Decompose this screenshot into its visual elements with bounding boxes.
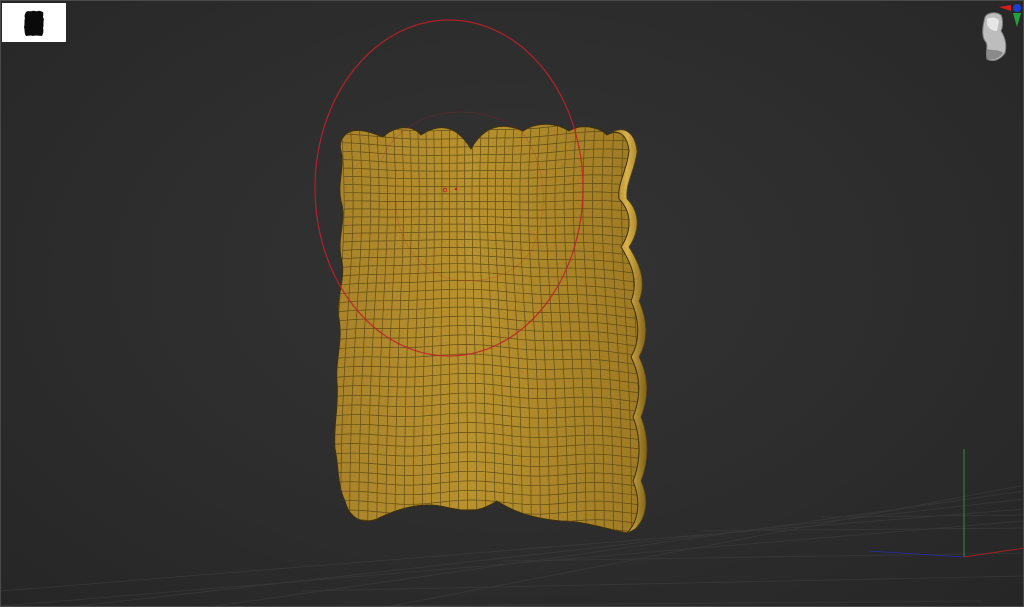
x-axis-red: [999, 5, 1011, 11]
wire-row: [334, 528, 639, 533]
y-axis-green: [1013, 13, 1021, 27]
navigator-thumbnail[interactable]: [2, 3, 66, 42]
scene-canvas[interactable]: [1, 1, 1024, 607]
wire-row: [331, 538, 641, 543]
orientation-head-icon: [982, 12, 1007, 62]
world-axes: [868, 449, 1023, 558]
orientation-widget[interactable]: [975, 1, 1023, 71]
mesh-silhouette-icon: [24, 10, 44, 36]
3d-viewport[interactable]: [0, 0, 1024, 607]
z-axis-blue: [1013, 4, 1021, 12]
